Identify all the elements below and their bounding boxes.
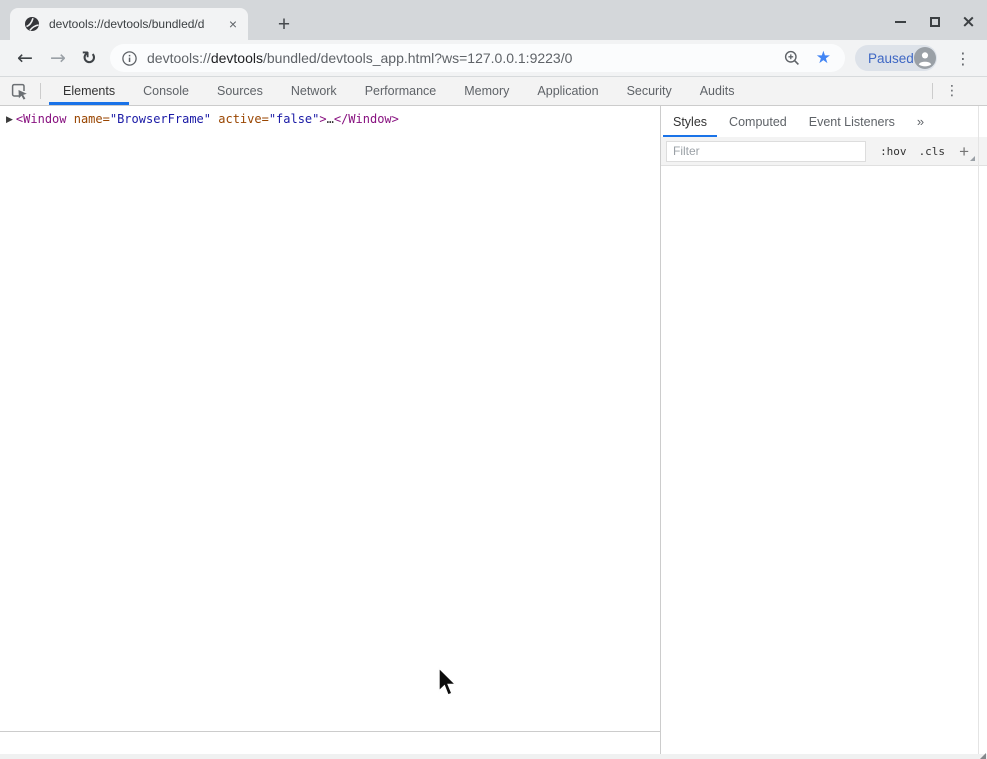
- url-text[interactable]: devtools://devtools/bundled/devtools_app…: [147, 50, 572, 66]
- bookmark-star-icon[interactable]: ★: [816, 48, 831, 68]
- window-maximize-button[interactable]: [928, 16, 941, 29]
- address-bar[interactable]: devtools://devtools/bundled/devtools_app…: [110, 44, 845, 72]
- devtools-toolbar: Elements Console Sources Network Perform…: [0, 77, 987, 106]
- toggle-element-state-button[interactable]: :hov: [880, 145, 907, 158]
- toolbar-divider: [932, 83, 933, 99]
- tab-styles[interactable]: Styles: [663, 106, 717, 137]
- tab-computed[interactable]: Computed: [719, 106, 797, 137]
- browser-tab[interactable]: devtools://devtools/bundled/d ×: [10, 8, 248, 40]
- url-host: devtools: [211, 50, 263, 66]
- close-tag: </Window>: [334, 112, 399, 126]
- styles-sidebar: Styles Computed Event Listeners » :hov .…: [661, 106, 987, 754]
- new-tab-button[interactable]: +: [270, 11, 298, 39]
- url-path: /bundled/devtools_app.html?ws=127.0.0.1:…: [263, 50, 572, 66]
- tab-performance[interactable]: Performance: [351, 77, 451, 105]
- back-button[interactable]: ←: [12, 40, 38, 76]
- sidebar-scrollbar-gutter[interactable]: [978, 106, 979, 754]
- elements-breadcrumb-bar: [0, 733, 660, 754]
- dom-tree-node[interactable]: ▶<Window name="BrowserFrame" active="fal…: [0, 106, 660, 129]
- window-close-button[interactable]: ×: [962, 16, 975, 29]
- profile-paused-chip[interactable]: Paused: [855, 45, 937, 71]
- sidebar-tabs: Styles Computed Event Listeners »: [661, 106, 987, 137]
- window-controls: ×: [894, 8, 975, 36]
- new-style-rule-button[interactable]: +: [959, 143, 969, 160]
- attr1-name: name=: [67, 112, 110, 126]
- resize-grip-icon[interactable]: [980, 753, 986, 759]
- tab-application[interactable]: Application: [523, 77, 612, 105]
- tab-close-icon[interactable]: ×: [224, 15, 242, 33]
- tab-strip: devtools://devtools/bundled/d × + ×: [0, 0, 987, 40]
- styles-filter-input[interactable]: [666, 141, 866, 162]
- window-close-icon: ×: [961, 16, 975, 29]
- window-minimize-button[interactable]: [894, 16, 907, 29]
- tab-event-listeners[interactable]: Event Listeners: [799, 106, 905, 137]
- page-info-icon[interactable]: [122, 51, 137, 66]
- tab-memory[interactable]: Memory: [450, 77, 523, 105]
- dropdown-corner-icon: [970, 156, 975, 161]
- window-bottom-edge: [0, 754, 987, 759]
- disclosure-triangle-icon[interactable]: ▶: [6, 113, 13, 128]
- paused-label: Paused: [868, 51, 914, 66]
- tab-console[interactable]: Console: [129, 77, 203, 105]
- open-tag: <Window: [16, 112, 67, 126]
- profile-avatar-icon: [914, 47, 936, 69]
- tab-network[interactable]: Network: [277, 77, 351, 105]
- reload-button[interactable]: ↻: [76, 40, 102, 76]
- forward-button[interactable]: →: [45, 40, 71, 76]
- sidebar-overflow-icon[interactable]: »: [909, 106, 932, 137]
- devtools-panel-tabs: Elements Console Sources Network Perform…: [49, 77, 748, 105]
- plus-icon: +: [959, 142, 969, 161]
- globe-favicon-icon: [24, 16, 40, 32]
- devtools-menu-icon[interactable]: ⋮: [939, 77, 965, 105]
- elements-tree-pane[interactable]: ▶<Window name="BrowserFrame" active="fal…: [0, 106, 660, 732]
- inspect-element-icon[interactable]: [4, 77, 34, 105]
- attr1-value: "BrowserFrame": [110, 112, 211, 126]
- element-classes-button[interactable]: .cls: [919, 145, 946, 158]
- tab-security[interactable]: Security: [613, 77, 686, 105]
- toolbar-divider: [40, 83, 41, 99]
- devtools-toolbar-right: ⋮: [932, 77, 987, 105]
- maximize-icon: [930, 17, 940, 27]
- browser-menu-icon[interactable]: ⋮: [952, 40, 974, 76]
- collapsed-ellipsis[interactable]: …: [327, 112, 334, 126]
- tab-title: devtools://devtools/bundled/d: [49, 17, 220, 31]
- tab-elements[interactable]: Elements: [49, 77, 129, 105]
- zoom-icon[interactable]: [784, 50, 800, 66]
- url-scheme: devtools://: [147, 50, 211, 66]
- tab-audits[interactable]: Audits: [686, 77, 749, 105]
- attr2-value: "false": [269, 112, 320, 126]
- attr2-name: active=: [211, 112, 269, 126]
- styles-filter-bar: :hov .cls +: [661, 137, 987, 166]
- browser-toolbar: ← → ↻ devtools://devtools/bundled/devtoo…: [0, 40, 987, 77]
- tab-sources[interactable]: Sources: [203, 77, 277, 105]
- minimize-icon: [895, 21, 906, 23]
- tag-end: >: [319, 112, 326, 126]
